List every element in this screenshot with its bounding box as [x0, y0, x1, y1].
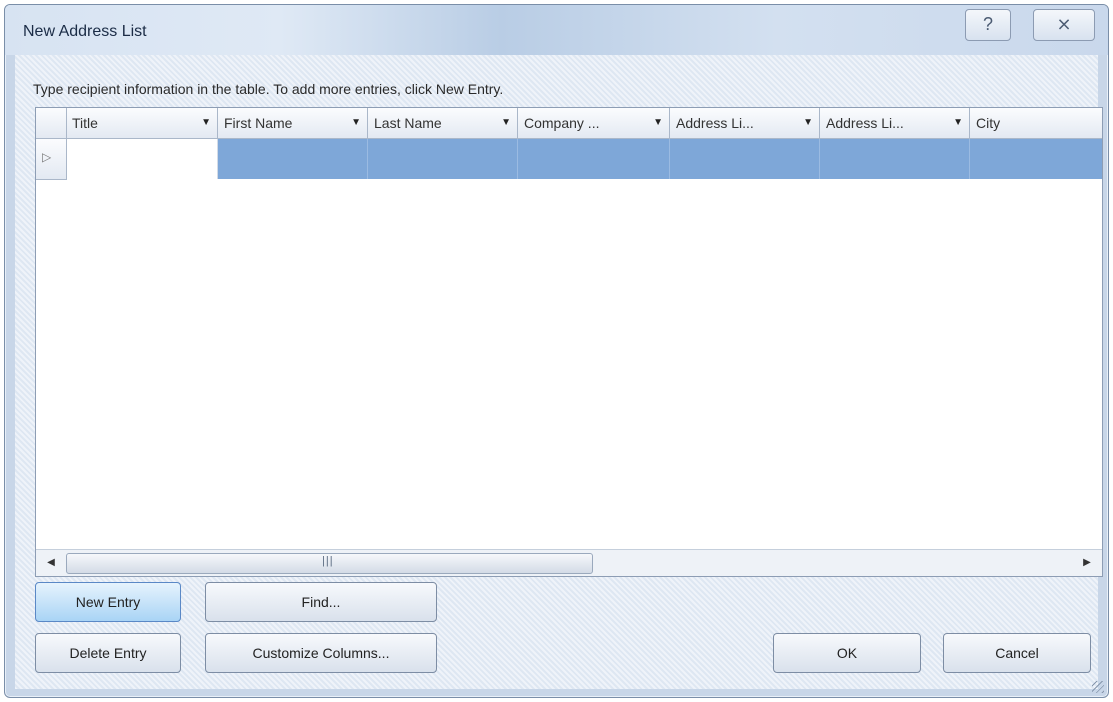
column-header-label: First Name: [224, 115, 293, 131]
column-header-label: City: [976, 115, 1001, 131]
column-header-title[interactable]: Title ▼: [66, 108, 218, 138]
table-cell-company[interactable]: [518, 139, 670, 179]
table-cell-address-line-2[interactable]: [820, 139, 970, 179]
row-selector[interactable]: ▷: [36, 139, 67, 180]
dropdown-arrow-icon[interactable]: ▼: [653, 108, 663, 138]
column-header-label: Company ...: [524, 115, 600, 131]
column-header-first-name[interactable]: First Name ▼: [218, 108, 368, 138]
scroll-grip-icon: |||: [322, 555, 334, 567]
dropdown-arrow-icon[interactable]: ▼: [351, 108, 361, 138]
customize-columns-button[interactable]: Customize Columns...: [205, 633, 437, 673]
new-address-list-dialog: New Address List ? ⨯ Type recipient info…: [4, 4, 1109, 698]
column-header-address-line-2[interactable]: Address Li... ▼: [820, 108, 970, 138]
help-icon: ?: [982, 14, 993, 34]
table-cell-city[interactable]: [970, 139, 1102, 179]
column-header-label: Title: [72, 115, 98, 131]
dropdown-arrow-icon[interactable]: ▼: [953, 108, 963, 138]
current-row-icon: ▷: [42, 150, 52, 164]
close-icon: ⨯: [1056, 14, 1072, 34]
column-header-label: Last Name: [374, 115, 442, 131]
close-button[interactable]: ⨯: [1033, 9, 1095, 41]
table-cell-last-name[interactable]: [368, 139, 518, 179]
address-table[interactable]: Title ▼ First Name ▼ Last Name ▼ Company…: [35, 107, 1103, 577]
column-header-label: Address Li...: [826, 115, 904, 131]
table-row[interactable]: ▷: [36, 139, 1102, 180]
table-header: Title ▼ First Name ▼ Last Name ▼ Company…: [36, 108, 1102, 139]
dropdown-arrow-icon[interactable]: ▼: [201, 108, 211, 138]
resize-grip-icon[interactable]: [1092, 681, 1104, 693]
scrollbar-thumb[interactable]: |||: [66, 553, 593, 574]
dropdown-arrow-icon[interactable]: ▼: [501, 108, 511, 138]
new-entry-button[interactable]: New Entry: [35, 582, 181, 622]
column-header-address-line-1[interactable]: Address Li... ▼: [670, 108, 820, 138]
column-header-company[interactable]: Company ... ▼: [518, 108, 670, 138]
scroll-right-icon[interactable]: ▶: [1074, 550, 1100, 576]
dialog-body: Type recipient information in the table.…: [15, 55, 1103, 689]
table-corner: [36, 108, 67, 138]
delete-entry-button[interactable]: Delete Entry: [35, 633, 181, 673]
column-header-label: Address Li...: [676, 115, 754, 131]
instructions-text: Type recipient information in the table.…: [33, 81, 504, 97]
dialog-title: New Address List: [23, 23, 147, 40]
horizontal-scrollbar[interactable]: ◀ ||| ▶: [36, 549, 1102, 576]
find-button[interactable]: Find...: [205, 582, 437, 622]
ok-button[interactable]: OK: [773, 633, 921, 673]
table-cell-title[interactable]: [67, 139, 218, 179]
dropdown-arrow-icon[interactable]: ▼: [803, 108, 813, 138]
table-cell-first-name[interactable]: [218, 139, 368, 179]
cancel-button[interactable]: Cancel: [943, 633, 1091, 673]
help-button[interactable]: ?: [965, 9, 1011, 41]
title-bar[interactable]: New Address List ? ⨯: [5, 5, 1108, 55]
table-cell-address-line-1[interactable]: [670, 139, 820, 179]
column-header-city[interactable]: City: [970, 108, 1102, 138]
column-header-last-name[interactable]: Last Name ▼: [368, 108, 518, 138]
scroll-left-icon[interactable]: ◀: [38, 550, 64, 576]
